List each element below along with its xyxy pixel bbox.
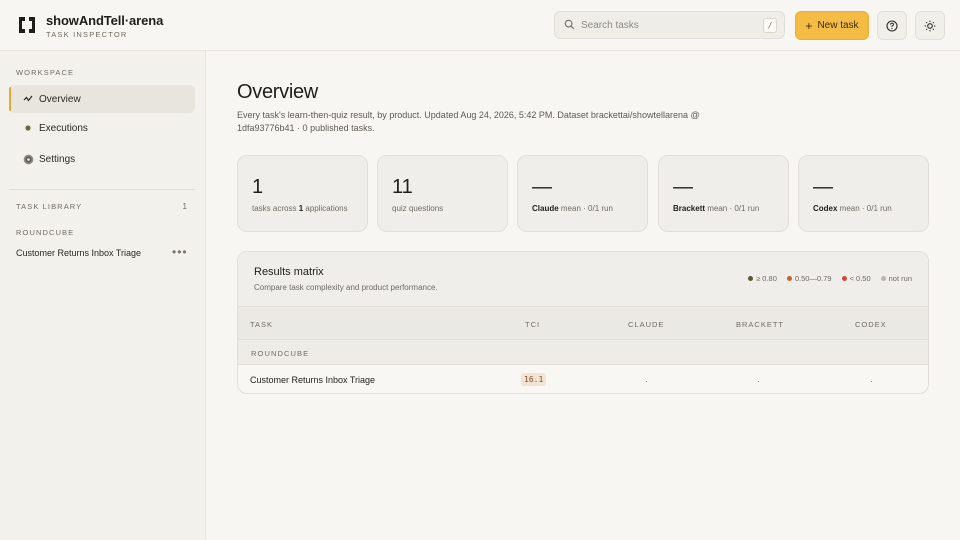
brand-name: showAndTell·arena	[46, 13, 164, 28]
sidebar-item-label: Settings	[39, 153, 76, 165]
column-header-task[interactable]: TASK	[250, 320, 273, 329]
matrix-subtitle: Compare task complexity and product perf…	[254, 283, 438, 292]
dot-icon	[17, 124, 39, 132]
question-circle-icon	[886, 19, 898, 32]
task-library-label: TASK LIBRARY	[16, 202, 83, 211]
more-options-icon[interactable]: •••	[172, 246, 188, 258]
task-library-count: 1	[182, 202, 187, 211]
legend-dot-icon	[841, 276, 847, 281]
search-icon	[564, 19, 575, 30]
claude-score-cell: ·	[645, 377, 648, 386]
stat-value: 11	[392, 176, 413, 198]
stat-value: —	[813, 176, 833, 198]
library-group-label: ROUNDCUBE	[16, 228, 75, 237]
top-bar: showAndTell·arena TASK INSPECTOR Search …	[0, 0, 960, 51]
task-name-cell[interactable]: Customer Returns Inbox Triage	[250, 375, 375, 385]
sun-icon	[924, 20, 936, 31]
table-group-header: ROUNDCUBE	[238, 340, 928, 365]
sidebar-item-executions[interactable]: Executions	[9, 114, 195, 142]
logo-icon	[19, 17, 35, 33]
new-task-button[interactable]: + New task	[795, 11, 869, 40]
help-button[interactable]	[877, 11, 907, 40]
sidebar-divider	[9, 189, 195, 190]
activity-icon	[17, 94, 39, 104]
search-shortcut-key: /	[763, 18, 777, 33]
stat-caption: Claude mean · 0/1 run	[532, 204, 613, 213]
stat-card-claude: — Claude mean · 0/1 run	[517, 155, 648, 232]
plus-icon: +	[805, 18, 813, 33]
search-input[interactable]: Search tasks /	[554, 11, 785, 39]
legend-item: < 0.50	[841, 274, 871, 283]
page-description: Every task's learn-then-quiz result, by …	[237, 110, 700, 133]
group-label: ROUNDCUBE	[251, 349, 310, 358]
brackett-score-cell: ·	[757, 377, 760, 386]
gear-icon	[17, 153, 39, 166]
results-matrix: Results matrix Compare task complexity a…	[237, 251, 929, 394]
library-task-item[interactable]: Customer Returns Inbox Triage	[16, 248, 141, 258]
page-title: Overview	[237, 81, 318, 103]
new-task-label: New task	[817, 20, 859, 31]
sidebar-item-label: Executions	[39, 122, 88, 134]
stat-value: —	[532, 176, 552, 198]
legend-dot-icon	[748, 276, 754, 281]
legend-item: ≥ 0.80	[748, 274, 777, 283]
table-header: TASK TCI CLAUDE BRACKETT CODEX	[238, 307, 928, 340]
stat-card-tasks: 1 tasks across 1 applications	[237, 155, 368, 232]
legend-dot-icon	[880, 276, 886, 281]
brand[interactable]: showAndTell·arena TASK INSPECTOR	[46, 13, 163, 39]
stat-card-brackett: — Brackett mean · 0/1 run	[658, 155, 789, 232]
sidebar: WORKSPACE Overview Executions Settings T…	[0, 51, 206, 540]
column-header-codex[interactable]: CODEX	[855, 320, 887, 329]
stat-value: 1	[252, 176, 264, 198]
table-row[interactable]: Customer Returns Inbox Triage 16.1 · · ·	[238, 365, 928, 393]
search-placeholder: Search tasks	[581, 20, 639, 31]
sidebar-item-settings[interactable]: Settings	[9, 145, 195, 173]
matrix-header: Results matrix Compare task complexity a…	[238, 252, 928, 307]
stat-card-codex: — Codex mean · 0/1 run	[798, 155, 929, 232]
stat-card-questions: 11 quiz questions	[377, 155, 508, 232]
column-header-brackett[interactable]: BRACKETT	[736, 320, 784, 329]
codex-score-cell: ·	[870, 377, 873, 386]
workspace-label: WORKSPACE	[16, 68, 75, 77]
column-header-tci[interactable]: TCI	[525, 320, 540, 329]
tci-badge: 16.1	[521, 373, 547, 386]
sidebar-item-overview[interactable]: Overview	[9, 85, 195, 113]
theme-toggle-button[interactable]	[915, 11, 945, 40]
main-content: Overview Every task's learn-then-quiz re…	[206, 51, 960, 540]
stat-caption: Brackett mean · 0/1 run	[673, 204, 760, 213]
legend-item: not run	[880, 274, 912, 283]
stat-caption: quiz questions	[392, 204, 444, 213]
brand-subtitle: TASK INSPECTOR	[46, 30, 128, 39]
stat-caption: Codex mean · 0/1 run	[813, 204, 892, 213]
sidebar-item-label: Overview	[39, 93, 81, 105]
matrix-title: Results matrix	[254, 266, 324, 278]
legend-item: 0.50—0.79	[786, 274, 832, 283]
stat-value: —	[673, 176, 693, 198]
legend-dot-icon	[786, 276, 792, 281]
matrix-legend: ≥ 0.80 0.50—0.79 < 0.50 not run	[748, 274, 912, 283]
column-header-claude[interactable]: CLAUDE	[628, 320, 664, 329]
stat-caption: tasks across 1 applications	[252, 204, 348, 213]
